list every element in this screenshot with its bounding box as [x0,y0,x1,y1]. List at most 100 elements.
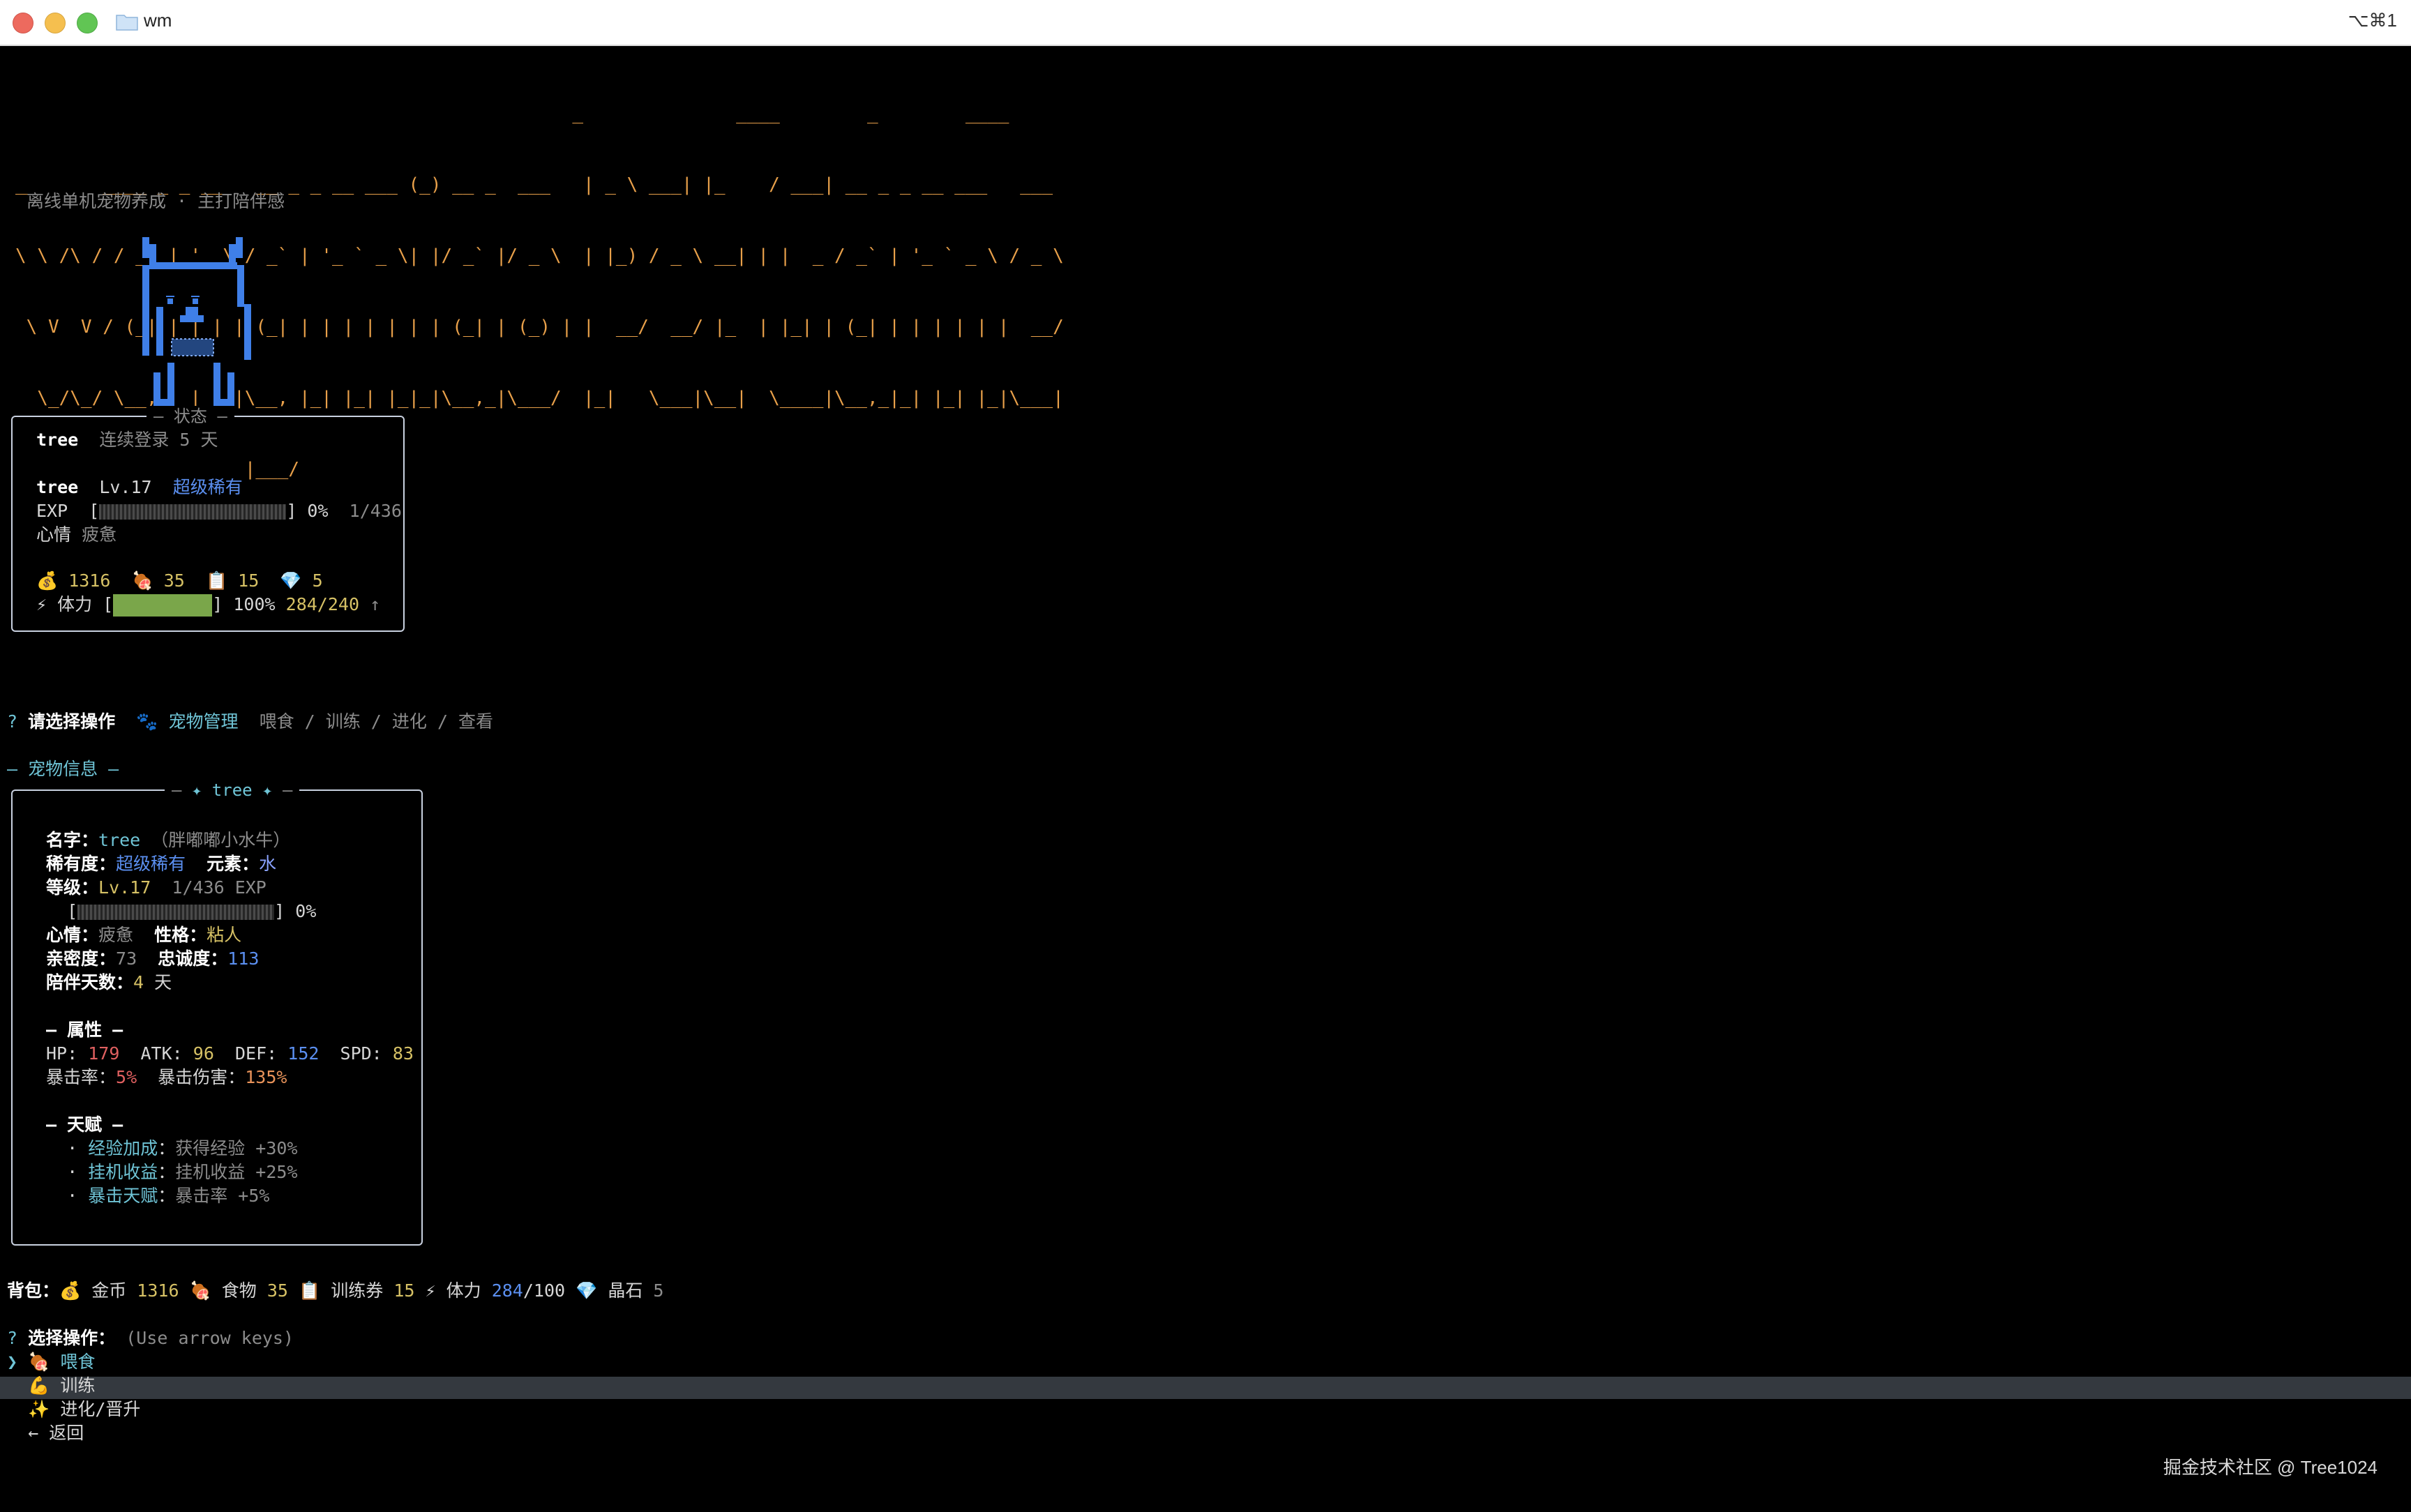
stamina-percent: 100% [233,594,276,614]
spd-label: SPD: [340,1043,382,1064]
level-value: Lv.17 [98,877,151,898]
mood-label: 心情 [36,524,72,545]
loyalty-value: 113 [227,948,260,969]
backpack-line: 背包：💰 金币 1316 🍖 食物 35 📋 训练券 15 ⚡ 体力 284/1… [7,1279,663,1303]
window-shortcut: ⌥⌘1 [2348,10,2397,31]
zoom-button[interactable] [77,13,98,33]
prompt2-label: 选择操作： [28,1328,116,1348]
critdmg-value: 135% [245,1067,287,1087]
exp-label: EXP [36,501,68,521]
status-box-title: — 状态 — [147,406,234,427]
watermark: 掘金技术社区 @ Tree1024 [2163,1457,2378,1478]
menu-item-label: 训练 [60,1375,96,1396]
rarity-value: 超级稀有 [116,854,186,874]
pet-sprite-icon [142,237,251,406]
food-value: 35 [163,570,185,591]
meat-icon: 🍖 [28,1352,50,1372]
lightning-icon: ⚡ [36,594,47,614]
talent-name: 经验加成 [88,1138,158,1158]
window-title: wm [144,10,172,31]
talent-name: 挂机收益 [88,1162,158,1182]
menu-item-label: 进化/晋升 [60,1399,141,1419]
prompt-hint: 喂食 / 训练 / 进化 / 查看 [259,711,494,732]
pet-box-title: — ✦ tree ✦ — [165,780,300,801]
talent-desc: 暴击率 +5% [175,1186,270,1206]
window-titlebar: wm ⌥⌘1 [0,0,2411,46]
stamina-progress-bar [113,594,213,617]
money-bag-icon: 💰 [36,570,59,591]
loyalty-label: 忠诚度： [158,948,228,969]
def-label: DEF: [234,1043,278,1064]
gems-value: 5 [312,570,323,591]
critdmg-label: 暴击伤害： [158,1067,246,1087]
pet-exp-percent: 0% [295,901,317,921]
status-exp-line: EXP [] 0% 1/436 [36,501,402,521]
pet-stats-line: HP: 179 ATK: 96 DEF: 152 SPD: 83 [46,1042,414,1066]
species-value: （胖嘟嘟小水牛） [151,830,291,850]
pet-exp-bar-line: [] 0% [46,901,317,921]
status-mood-line: 心情 疲惫 [36,523,117,547]
backpack-coins-label: 金币 [91,1280,127,1301]
crit-label: 暴击率： [46,1067,117,1087]
talent-item: · 暴击天赋：暴击率 +5% [46,1186,270,1206]
hp-value: 179 [88,1043,120,1064]
status-box-title-text: 状态 [173,407,207,426]
meat-icon: 🍖 [131,570,153,591]
backpack-tickets-label: 训练券 [331,1280,384,1301]
element-label: 元素： [206,854,260,874]
pet-mood-label: 心情： [46,925,99,945]
pet-intimacy-line: 亲密度：73 忠诚度：113 [46,947,259,971]
close-button[interactable] [13,13,33,33]
gem-icon: 💎 [576,1280,598,1301]
level-label: 等级： [46,877,99,898]
menu-item-label: 喂食 [60,1352,96,1372]
pet-crit-line: 暴击率：5% 暴击伤害：135% [46,1066,287,1089]
name-label: 名字： [46,830,99,850]
banner-subtitle: 离线单机宠物养成 · 主打陪伴感 [27,191,285,211]
days-value: 4 [133,972,144,992]
backpack-stamina-label: 体力 [446,1280,481,1301]
status-pet-line: tree Lv.17 超级稀有 [36,476,243,499]
pet-level: Lv.17 [99,477,152,497]
pet-name-line: 名字：tree （胖嘟嘟小水牛） [46,829,290,852]
menu-item-feed[interactable]: ❯ 🍖 喂食 [7,1350,95,1374]
pet-exp-progress-bar [77,905,275,920]
exp-percent: 0% [307,501,329,521]
prompt-label: 请选择操作 [28,711,116,732]
prompt-choose-action: ? 选择操作： (Use arrow keys) [7,1326,294,1350]
clipboard-icon: 📋 [299,1280,321,1301]
lightning-icon: ⚡ [425,1280,436,1301]
intimacy-label: 亲密度： [46,948,117,969]
menu-item-label: 返回 [49,1423,84,1443]
rarity-label: 稀有度： [46,854,117,874]
minimize-button[interactable] [45,13,66,33]
terminal-screen[interactable]: _ ____ _ ____ __ ____ _ _ __ __ _ _ __ _… [0,45,2411,1512]
mood-value: 疲惫 [82,524,117,545]
pet-mood-line: 心情：疲惫 性格：粘人 [46,923,241,947]
menu-pointer-icon: ❯ [7,1352,18,1372]
tickets-value: 15 [238,570,260,591]
name-value: tree [98,830,141,850]
backpack-stamina-current: 284 [491,1280,523,1301]
pet-name: tree [36,477,79,497]
gem-icon: 💎 [280,570,302,591]
prompt-select-action: ? 请选择操作 🐾 宠物管理 喂食 / 训练 / 进化 / 查看 [7,710,493,734]
menu-item-evolve[interactable]: ✨ 进化/晋升 [7,1398,140,1421]
prompt2-hint: (Use arrow keys) [126,1328,294,1348]
pet-days-line: 陪伴天数：4 天 [46,971,172,995]
pet-rarity-line: 稀有度：超级稀有 元素：水 [46,852,276,876]
atk-label: ATK: [140,1043,183,1064]
muscle-icon: 💪 [28,1375,50,1396]
section-header-pet-info: — 宠物信息 — [7,759,119,779]
prompt-answer: 宠物管理 [168,711,239,732]
exp-progress-bar [99,504,287,520]
backpack-gems-label: 晶石 [608,1280,643,1301]
atk-value: 96 [193,1043,214,1064]
menu-item-back[interactable]: ← 返回 [7,1421,84,1445]
stamina-arrow: ↑ [370,594,381,614]
money-bag-icon: 💰 [59,1280,82,1301]
talent-item: · 经验加成：获得经验 +30% [46,1138,298,1158]
menu-item-train[interactable]: 💪 训练 [7,1374,95,1398]
status-stamina-line: ⚡ 体力 [] 100% 284/240 ↑ [36,593,380,617]
prompt2-question-mark: ? [7,1328,18,1348]
